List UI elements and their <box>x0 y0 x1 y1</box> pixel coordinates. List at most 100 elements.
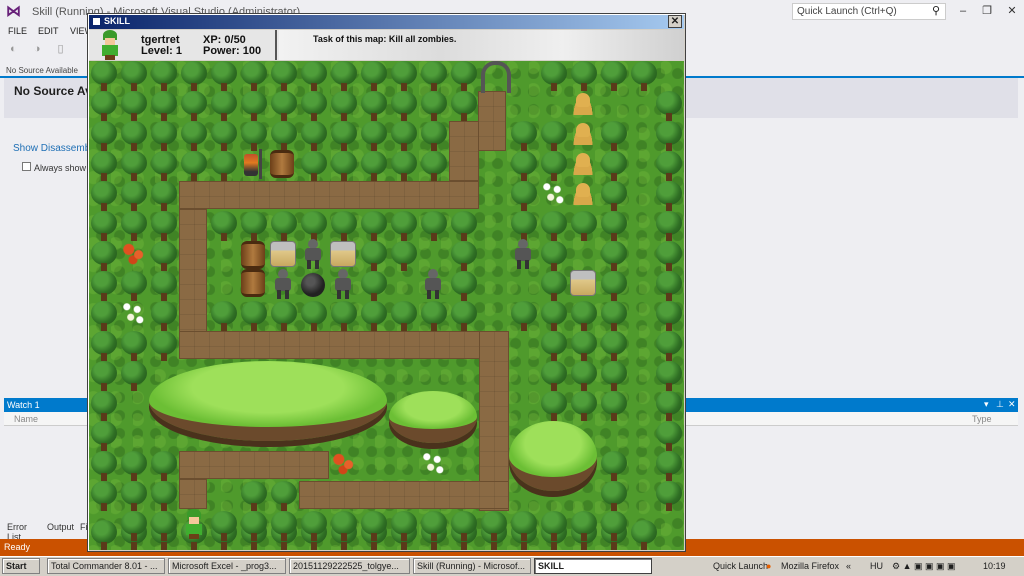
tree <box>654 271 684 301</box>
taskbar-total-commander[interactable]: Total Commander 8.01 - ... <box>47 558 165 574</box>
back-icon[interactable]: ◐ <box>10 43 17 55</box>
tree <box>149 481 179 511</box>
tree <box>149 121 179 151</box>
new-file-icon[interactable]: ▯ <box>57 43 63 55</box>
dropdown-icon[interactable]: ▾ <box>984 399 989 410</box>
tree <box>539 301 569 331</box>
tree <box>119 181 149 211</box>
tree <box>449 61 479 91</box>
tree <box>119 331 149 361</box>
grass-plateau <box>149 361 387 441</box>
visual-studio-logo-icon: ⋈ <box>6 3 21 20</box>
tab-no-source[interactable]: No Source Available <box>6 66 78 75</box>
clock[interactable]: 10:19 <box>983 561 1006 571</box>
firefox-icon[interactable]: ● <box>766 561 771 571</box>
zombie-enemy[interactable] <box>510 239 536 269</box>
tree <box>629 61 659 91</box>
taskbar-excel[interactable]: Microsoft Excel - _prog3... <box>168 558 286 574</box>
quick-launch-input[interactable]: Quick Launch (Ctrl+Q) <box>792 3 946 20</box>
always-show-label: Always show d <box>34 163 94 173</box>
tree <box>654 451 684 481</box>
show-disassembly-link[interactable]: Show Disassembly <box>13 143 97 154</box>
game-close-button[interactable]: ✕ <box>668 15 682 28</box>
tree <box>209 151 239 181</box>
tree <box>89 301 119 331</box>
status-text: Ready <box>4 542 31 552</box>
tree <box>239 61 269 91</box>
taskbar-folder[interactable]: 20151129222525_tolgye... <box>289 558 410 574</box>
forward-icon[interactable]: ◑ <box>34 43 41 55</box>
start-button[interactable]: Start <box>2 558 40 574</box>
tree <box>149 451 179 481</box>
tree <box>599 391 629 421</box>
tree <box>389 301 419 331</box>
taskbar-skill[interactable]: SKILL <box>534 558 652 574</box>
pin-icon[interactable]: ⊥ <box>996 399 1004 410</box>
minimize-icon[interactable]: – <box>956 4 970 18</box>
tree <box>89 451 119 481</box>
tree <box>654 361 684 391</box>
tree <box>329 511 359 541</box>
tree <box>209 91 239 121</box>
zombie-enemy[interactable] <box>330 269 356 299</box>
tree <box>89 181 119 211</box>
tree <box>654 151 684 181</box>
tree <box>119 361 149 391</box>
tree <box>149 511 179 541</box>
dirt-path <box>299 481 509 509</box>
haystack <box>571 121 595 145</box>
tree <box>449 511 479 541</box>
tree <box>599 331 629 361</box>
close-icon[interactable]: ✕ <box>1008 399 1016 410</box>
dirt-path <box>449 121 479 181</box>
tree <box>539 511 569 541</box>
tree <box>89 271 119 301</box>
tree <box>89 520 119 550</box>
tree <box>119 151 149 181</box>
language-indicator[interactable]: HU <box>870 561 883 571</box>
tree <box>359 121 389 151</box>
tree <box>269 121 299 151</box>
menu-edit[interactable]: EDIT <box>38 26 59 36</box>
tree <box>89 61 119 91</box>
tree <box>654 91 684 121</box>
player-hero[interactable] <box>181 509 207 539</box>
tree <box>149 241 179 271</box>
quick-launch-label[interactable]: Quick Launch <box>713 561 768 571</box>
tree <box>179 121 209 151</box>
tree <box>389 91 419 121</box>
tree <box>119 481 149 511</box>
game-map[interactable] <box>89 61 684 550</box>
tree <box>329 61 359 91</box>
close-icon[interactable]: ✕ <box>1005 4 1019 18</box>
tree <box>299 301 329 331</box>
tree <box>389 61 419 91</box>
stone-gate <box>481 61 511 93</box>
restore-icon[interactable]: ❐ <box>980 4 994 18</box>
zombie-enemy[interactable] <box>270 269 296 299</box>
tree <box>329 151 359 181</box>
search-icon[interactable]: ⚲ <box>932 4 940 17</box>
warrior-npc[interactable] <box>239 149 265 179</box>
tab-output[interactable]: Output <box>47 522 74 532</box>
game-titlebar[interactable] <box>89 15 684 29</box>
player-power: Power: 100 <box>203 45 262 57</box>
tree <box>299 91 329 121</box>
tree <box>149 151 179 181</box>
chevron-left-icon[interactable]: « <box>846 561 851 571</box>
always-show-checkbox[interactable] <box>22 162 31 171</box>
taskbar-visual-studio[interactable]: Skill (Running) - Microsof... <box>413 558 531 574</box>
grass-plateau <box>389 391 477 443</box>
tree <box>569 361 599 391</box>
tree <box>569 391 599 421</box>
firefox-launcher[interactable]: Mozilla Firefox <box>781 561 839 571</box>
black-pot <box>301 273 325 297</box>
tree <box>209 301 239 331</box>
zombie-enemy[interactable] <box>420 269 446 299</box>
tree <box>269 301 299 331</box>
tree <box>239 121 269 151</box>
tray-icons[interactable]: ⚙ ▲ ▣ ▣ ▣ ▣ <box>892 561 956 572</box>
tree <box>479 511 509 541</box>
menu-file[interactable]: FILE <box>8 26 27 36</box>
zombie-enemy[interactable] <box>300 239 326 269</box>
